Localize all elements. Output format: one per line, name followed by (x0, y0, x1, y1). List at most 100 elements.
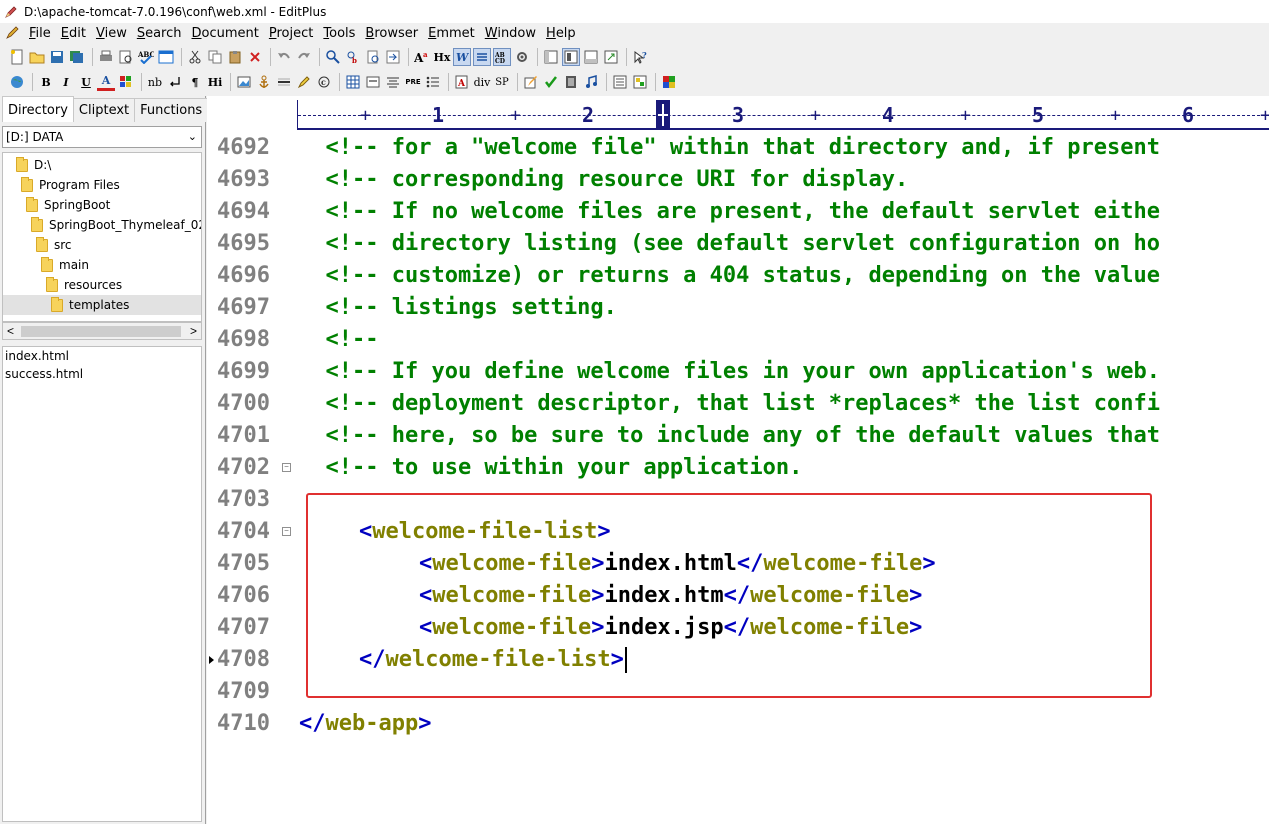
fold-marker-icon[interactable]: − (282, 527, 291, 536)
font-color-icon[interactable]: A (97, 73, 115, 91)
align-center-icon[interactable] (384, 73, 402, 91)
line-number: 4704 (217, 519, 270, 544)
color-picker-icon[interactable] (660, 73, 678, 91)
ruler-number: 2 (582, 103, 595, 127)
tab-directory[interactable]: Directory (2, 96, 74, 122)
menu-window[interactable]: Window (480, 26, 541, 41)
list-icon[interactable] (424, 73, 442, 91)
tree-item-d-root[interactable]: D:\ (16, 155, 51, 175)
ruler-icon[interactable]: AB CD (493, 48, 511, 66)
menu-file[interactable]: File (24, 26, 56, 41)
menu-edit[interactable]: Edit (56, 26, 91, 41)
video-icon[interactable] (562, 73, 580, 91)
line-number-icon[interactable] (473, 48, 491, 66)
span-icon[interactable]: SP (493, 73, 511, 91)
output-window-icon[interactable] (631, 73, 649, 91)
menu-project[interactable]: Project (264, 26, 319, 41)
code-line-comment: <!-- here, so be sure to include any of … (299, 423, 1160, 448)
line-break-icon[interactable] (166, 73, 184, 91)
copy-icon[interactable] (206, 48, 224, 66)
image-icon[interactable] (235, 73, 253, 91)
file-item-success-html[interactable]: success.html (3, 365, 201, 383)
globe-icon[interactable] (8, 73, 26, 91)
audio-note-icon[interactable] (582, 73, 600, 91)
line-number: 4699 (217, 359, 270, 384)
heading-icon[interactable]: Hi (206, 73, 224, 91)
save-icon[interactable] (48, 48, 66, 66)
find-in-files-icon[interactable] (364, 48, 382, 66)
cut-icon[interactable] (186, 48, 204, 66)
tree-item-program-files[interactable]: Program Files (21, 175, 120, 195)
tree-item-resources[interactable]: resources (46, 275, 122, 295)
tree-item-springboot[interactable]: SpringBoot (26, 195, 110, 215)
window-list-icon[interactable] (611, 73, 629, 91)
file-item-index-html[interactable]: index.html (3, 347, 201, 365)
paragraph-icon[interactable]: ¶ (186, 73, 204, 91)
fullscreen-icon[interactable] (602, 48, 620, 66)
delete-icon[interactable] (246, 48, 264, 66)
settings-gear-icon[interactable] (513, 48, 531, 66)
replace-icon[interactable]: b (344, 48, 362, 66)
horizontal-rule-icon[interactable] (275, 73, 293, 91)
tree-item-springboot-thymeleaf[interactable]: SpringBoot_Thymeleaf_02 (31, 215, 201, 235)
find-icon[interactable] (324, 48, 342, 66)
div-icon[interactable]: div (473, 73, 491, 91)
toggle-output-icon[interactable] (582, 48, 600, 66)
redo-icon[interactable] (295, 48, 313, 66)
menu-browser[interactable]: Browser (360, 26, 423, 41)
scroll-right-icon[interactable]: > (190, 324, 197, 338)
menu-view[interactable]: View (91, 26, 132, 41)
new-file-icon[interactable] (8, 48, 26, 66)
highlight-pen-icon[interactable] (295, 73, 313, 91)
edit-pen-icon[interactable] (522, 73, 540, 91)
tree-item-templates[interactable]: templates (3, 295, 201, 315)
undo-icon[interactable] (275, 48, 293, 66)
menu-emmet[interactable]: Emmet (423, 26, 480, 41)
print-preview-icon[interactable] (117, 48, 135, 66)
fold-marker-icon[interactable]: − (282, 463, 291, 472)
line-number: 4701 (217, 423, 270, 448)
menu-document[interactable]: Document (187, 26, 264, 41)
color-grid-icon[interactable] (117, 73, 135, 91)
font-size-icon[interactable]: Aa (413, 48, 431, 66)
code-editor[interactable]: + 1 + 2 3 + 4 + 5 + 6 + 4692 4693 4694 4… (207, 96, 1269, 824)
open-folder-icon[interactable] (28, 48, 46, 66)
line-number: 4693 (217, 167, 270, 192)
scrollbar-thumb[interactable] (21, 326, 181, 337)
svg-text:c: c (321, 77, 326, 87)
special-char-icon[interactable]: c (315, 73, 333, 91)
pre-icon[interactable]: PRE (404, 73, 422, 91)
menu-help[interactable]: Help (541, 26, 581, 41)
tab-cliptext[interactable]: Cliptext (72, 98, 136, 122)
menu-search[interactable]: Search (132, 26, 187, 41)
ruler-number: 5 (1032, 103, 1045, 127)
word-wrap-icon[interactable]: W (453, 48, 471, 66)
paste-icon[interactable] (226, 48, 244, 66)
browser-preview-icon[interactable] (157, 48, 175, 66)
nbsp-icon[interactable]: nb (146, 73, 164, 91)
toggle-directory-icon[interactable] (542, 48, 560, 66)
anchor-icon[interactable] (255, 73, 273, 91)
tree-item-main[interactable]: main (41, 255, 89, 275)
goto-icon[interactable] (384, 48, 402, 66)
hx-icon[interactable]: Hx (433, 48, 451, 66)
tree-horizontal-scrollbar[interactable]: < > (2, 322, 202, 340)
scroll-left-icon[interactable]: < (7, 324, 14, 338)
tree-item-src[interactable]: src (36, 235, 72, 255)
menu-tools[interactable]: Tools (318, 26, 360, 41)
help-icon[interactable]: ? (631, 48, 649, 66)
italic-icon[interactable]: I (57, 73, 75, 91)
underline-icon[interactable]: U (77, 73, 95, 91)
table-icon[interactable] (344, 73, 362, 91)
bold-icon[interactable]: B (37, 73, 55, 91)
print-icon[interactable] (97, 48, 115, 66)
toggle-cliptext-icon[interactable] (562, 48, 580, 66)
validate-check-icon[interactable] (542, 73, 560, 91)
drive-select[interactable]: [D:] DATA ⌄ (2, 126, 202, 148)
script-icon[interactable]: A (453, 73, 471, 91)
save-all-icon[interactable] (68, 48, 86, 66)
line-number: 4707 (217, 615, 270, 640)
spellcheck-icon[interactable]: ABC (137, 48, 155, 66)
form-icon[interactable] (364, 73, 382, 91)
tab-functions[interactable]: Functions (134, 98, 209, 122)
